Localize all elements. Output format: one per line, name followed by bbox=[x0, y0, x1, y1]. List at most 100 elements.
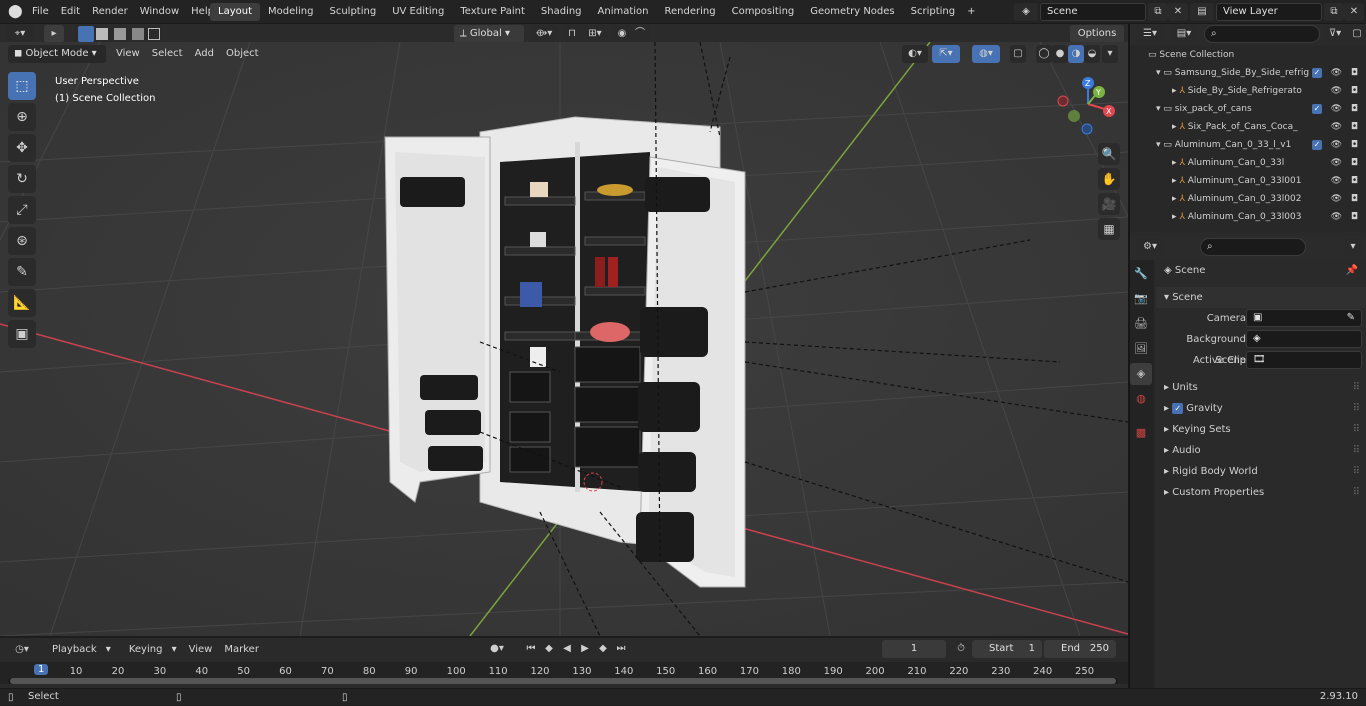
outliner-object-row[interactable]: ▸ ⅄ Aluminum_Can_0_33l003 👁 ◘ bbox=[1130, 208, 1366, 226]
overlays-toggle-icon[interactable]: ◍▾ bbox=[972, 45, 1000, 63]
display-mode-icon[interactable]: ▤▾ bbox=[1170, 25, 1198, 43]
properties-search-input[interactable]: ⌕ bbox=[1200, 238, 1306, 256]
end-frame-field[interactable]: End 250 bbox=[1044, 640, 1116, 658]
tab-layout[interactable]: Layout bbox=[210, 3, 260, 21]
outliner-collection-row[interactable]: ▾ ▭ Aluminum_Can_0_33_l_v1 ✓ 👁 ◘ bbox=[1130, 136, 1366, 154]
gravity-checkbox[interactable]: ✓ bbox=[1172, 403, 1184, 414]
scene-field[interactable]: Scene bbox=[1040, 3, 1146, 21]
mode-intersect-icon[interactable] bbox=[148, 28, 160, 40]
render-camera-icon[interactable]: ◘ bbox=[1351, 64, 1358, 82]
options-dropdown[interactable]: Options ▾ bbox=[1070, 25, 1124, 57]
render-tab-icon[interactable]: 📷 bbox=[1130, 288, 1152, 310]
tab-uv-editing[interactable]: UV Editing bbox=[384, 3, 452, 21]
outliner-object-row[interactable]: ▸ ⅄ Aluminum_Can_0_33l 👁 ◘ bbox=[1130, 154, 1366, 172]
zoom-icon[interactable]: 🔍 bbox=[1098, 143, 1120, 165]
eye-icon[interactable]: 👁 bbox=[1331, 190, 1342, 208]
properties-editor-type-icon[interactable]: ⚙▾ bbox=[1136, 238, 1164, 256]
rotate-tool-icon[interactable]: ↻ bbox=[8, 165, 36, 193]
timeline-view-menu[interactable]: View bbox=[183, 638, 219, 662]
current-frame-marker[interactable]: 1 bbox=[34, 664, 49, 675]
tab-modeling[interactable]: Modeling bbox=[260, 3, 322, 21]
auto-keying-icon[interactable]: ●▾ bbox=[480, 640, 514, 658]
tool-tab-icon[interactable]: 🔧 bbox=[1130, 263, 1152, 285]
proportional-edit-icon[interactable]: ◉ bbox=[612, 25, 632, 43]
3d-viewport[interactable] bbox=[0, 42, 1128, 636]
mode-new-icon[interactable] bbox=[78, 26, 94, 42]
pivot-point-icon[interactable]: ⟴▾ bbox=[530, 25, 558, 43]
snap-icon[interactable]: ⊓ bbox=[562, 25, 582, 43]
mode-extend-icon[interactable] bbox=[96, 28, 108, 40]
shading-options-icon[interactable]: ▾ bbox=[1102, 45, 1118, 63]
property-value-field[interactable]: ▣ ✎ bbox=[1246, 309, 1362, 327]
render-camera-icon[interactable]: ◘ bbox=[1351, 190, 1358, 208]
viewport-menu-view[interactable]: View bbox=[110, 42, 146, 66]
property-value-field[interactable]: ◈ bbox=[1246, 330, 1362, 348]
move-tool-icon[interactable]: ✥ bbox=[8, 134, 36, 162]
timeline-scrollbar[interactable] bbox=[8, 678, 1118, 684]
tab-compositing[interactable]: Compositing bbox=[724, 3, 803, 21]
render-camera-icon[interactable]: ◘ bbox=[1351, 82, 1358, 100]
timeline-editor[interactable]: ◷▾ Playback ▾ Keying ▾ View Marker ●▾ ⏮ ◆ ◀… bbox=[0, 638, 1128, 690]
scene-collection-row[interactable]: ▭ Scene Collection bbox=[1130, 46, 1366, 64]
delete-scene-icon[interactable]: ✕ bbox=[1168, 3, 1188, 21]
eye-icon[interactable]: 👁 bbox=[1331, 100, 1342, 118]
tab-shading[interactable]: Shading bbox=[533, 3, 590, 21]
xray-icon[interactable]: ▢ bbox=[1010, 45, 1026, 63]
drag-handle-icon[interactable]: ⠿ bbox=[1353, 419, 1360, 440]
preview-range-icon[interactable]: ⏱ bbox=[952, 640, 970, 658]
mode-subtract-icon[interactable] bbox=[114, 28, 126, 40]
navigation-gizmo[interactable]: Z X Y bbox=[1054, 74, 1124, 140]
collapsed-panel-header[interactable]: ▸ Keying Sets ⠿ bbox=[1156, 419, 1366, 440]
render-camera-icon[interactable]: ◘ bbox=[1351, 118, 1358, 136]
drag-handle-icon[interactable]: ⠿ bbox=[1353, 398, 1360, 419]
viewport-menu-select[interactable]: Select bbox=[146, 42, 189, 66]
eye-icon[interactable]: 👁 bbox=[1331, 172, 1342, 190]
render-camera-icon[interactable]: ◘ bbox=[1351, 154, 1358, 172]
timeline-scroll-thumb[interactable] bbox=[10, 678, 1116, 684]
mode-invert-icon[interactable] bbox=[132, 28, 144, 40]
measure-tool-icon[interactable]: 📐 bbox=[8, 289, 36, 317]
collapsed-panel-header[interactable]: ▸ ✓ Gravity ⠿ bbox=[1156, 398, 1366, 419]
transform-tool-icon[interactable]: ⊛ bbox=[8, 227, 36, 255]
jump-start-icon[interactable]: ⏮ bbox=[522, 640, 540, 658]
outliner-object-row[interactable]: ▸ ⅄ Six_Pack_of_Cans_Coca_ 👁 ◘ bbox=[1130, 118, 1366, 136]
jump-end-icon[interactable]: ⏭ bbox=[612, 640, 630, 658]
outliner-collection-row[interactable]: ▾ ▭ Samsung_Side_By_Side_refrig ✓ 👁 ◘ bbox=[1130, 64, 1366, 82]
scale-tool-icon[interactable]: ⤢ bbox=[8, 196, 36, 224]
rendered-shading-icon[interactable]: ◒ bbox=[1084, 45, 1100, 63]
tab-rendering[interactable]: Rendering bbox=[657, 3, 724, 21]
menu-edit[interactable]: Edit bbox=[55, 0, 86, 24]
exclude-checkbox[interactable]: ✓ bbox=[1312, 104, 1322, 114]
collapsed-panel-header[interactable]: ▸ Units ⠿ bbox=[1156, 377, 1366, 398]
eye-icon[interactable]: 👁 bbox=[1331, 136, 1342, 154]
outliner-object-row[interactable]: ▸ ⅄ Aluminum_Can_0_33l001 👁 ◘ bbox=[1130, 172, 1366, 190]
scene-panel-header[interactable]: ▾ Scene bbox=[1156, 287, 1366, 308]
menu-window[interactable]: Window bbox=[134, 0, 185, 24]
tab-sculpting[interactable]: Sculpting bbox=[322, 3, 385, 21]
editor-type-icon[interactable]: ⌖▾ bbox=[6, 25, 34, 43]
scene-selector-icon[interactable]: ◈ bbox=[1014, 3, 1038, 21]
texture-tab-icon[interactable]: ▩ bbox=[1130, 422, 1152, 444]
viewport-menu-add[interactable]: Add bbox=[189, 42, 220, 66]
timeline-editor-type-icon[interactable]: ◷▾ bbox=[8, 641, 36, 659]
playback-menu[interactable]: Playback ▾ bbox=[40, 638, 117, 662]
view-layer-icon[interactable]: ▤ bbox=[1190, 3, 1214, 21]
output-tab-icon[interactable]: 🖨 bbox=[1130, 313, 1152, 335]
menu-render[interactable]: Render bbox=[86, 0, 134, 24]
drag-handle-icon[interactable]: ⠿ bbox=[1353, 482, 1360, 503]
tab-animation[interactable]: Animation bbox=[590, 3, 657, 21]
new-view-layer-icon[interactable]: ⧉ bbox=[1324, 3, 1344, 21]
falloff-icon[interactable]: ⌒ bbox=[630, 25, 650, 43]
annotate-tool-icon[interactable]: ✎ bbox=[8, 258, 36, 286]
eye-icon[interactable]: 👁 bbox=[1331, 208, 1342, 226]
eyedropper-icon[interactable]: ✎ bbox=[1347, 310, 1355, 326]
collapsed-panel-header[interactable]: ▸ Custom Properties ⠿ bbox=[1156, 482, 1366, 503]
add-workspace-button[interactable]: + bbox=[963, 3, 979, 21]
visibility-icon[interactable]: ◐▾ bbox=[902, 45, 928, 63]
solid-shading-icon[interactable]: ● bbox=[1052, 45, 1068, 63]
cursor-tool-icon[interactable]: ⊕ bbox=[8, 103, 36, 131]
perspective-toggle-icon[interactable]: ▦ bbox=[1098, 218, 1120, 240]
marker-menu[interactable]: Marker bbox=[218, 638, 265, 662]
next-keyframe-icon[interactable]: ◆ bbox=[594, 640, 612, 658]
mode-dropdown[interactable]: ◼ Object Mode ▾ bbox=[8, 45, 106, 63]
